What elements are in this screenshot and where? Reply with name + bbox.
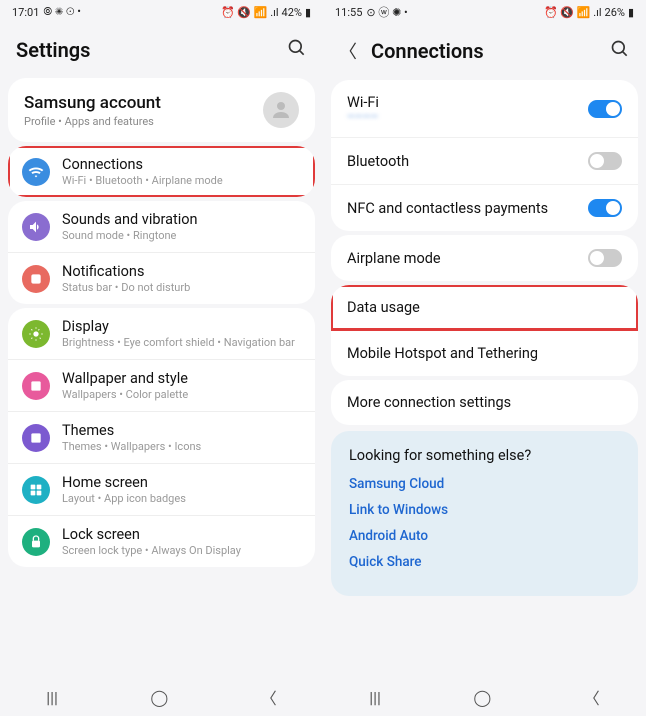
nav-bar: ||| ◯ 〈 [323, 678, 646, 716]
connections-group: More connection settings [331, 380, 638, 425]
row-title: Wi-Fi [347, 94, 379, 111]
suggestion-link[interactable]: Link to Windows [349, 502, 620, 518]
row-title: Airplane mode [347, 250, 441, 267]
themes-icon [22, 424, 50, 452]
row-sub: Wi-Fi • Bluetooth • Airplane mode [62, 174, 301, 187]
row-title: Lock screen [62, 526, 301, 543]
settings-group: DisplayBrightness • Eye comfort shield •… [8, 308, 315, 567]
settings-header: Settings [0, 24, 323, 74]
page-title: Connections [371, 39, 484, 63]
search-icon[interactable] [287, 38, 307, 62]
row-title: Bluetooth [347, 153, 409, 170]
row-title: More connection settings [347, 394, 511, 411]
row-sub: ———— [347, 112, 379, 123]
row-sub: Brightness • Eye comfort shield • Naviga… [62, 336, 301, 349]
settings-group: ConnectionsWi-Fi • Bluetooth • Airplane … [8, 146, 315, 197]
row-title: NFC and contactless payments [347, 200, 548, 217]
toggle[interactable] [588, 249, 622, 267]
display-icon [22, 320, 50, 348]
status-right-icons: ⏰ 🔇 📶 .ıl [544, 6, 602, 19]
row-sub: Themes • Wallpapers • Icons [62, 440, 301, 453]
connections-row-more-connection-settings[interactable]: More connection settings [331, 380, 638, 425]
settings-group: Sounds and vibrationSound mode • Rington… [8, 201, 315, 304]
toggle[interactable] [588, 199, 622, 217]
settings-row-wallpaper-and-style[interactable]: Wallpaper and styleWallpapers • Color pa… [8, 359, 315, 411]
avatar[interactable] [263, 92, 299, 128]
sound-icon [22, 213, 50, 241]
phone-right: 11:55 ⊙ ⓦ ✺ • ⏰ 🔇 📶 .ıl 26% ▮ 〈 Connecti… [323, 0, 646, 716]
row-title: Notifications [62, 263, 301, 280]
status-bar: 11:55 ⊙ ⓦ ✺ • ⏰ 🔇 📶 .ıl 26% ▮ [323, 0, 646, 24]
connections-row-mobile-hotspot-and-tethering[interactable]: Mobile Hotspot and Tethering [331, 330, 638, 376]
nav-recent[interactable]: ||| [46, 688, 58, 707]
status-battery: 42% [282, 6, 302, 19]
nav-home[interactable]: ◯ [150, 688, 168, 707]
nav-home[interactable]: ◯ [473, 688, 491, 707]
nav-back[interactable]: 〈 [261, 685, 277, 709]
row-title: Themes [62, 422, 301, 439]
row-sub: Screen lock type • Always On Display [62, 544, 301, 557]
settings-row-display[interactable]: DisplayBrightness • Eye comfort shield •… [8, 308, 315, 359]
back-icon[interactable]: 〈 [339, 38, 357, 64]
status-battery: 26% [605, 6, 625, 19]
row-sub: Status bar • Do not disturb [62, 281, 301, 294]
status-bar: 17:01 ⦾ ✺ ⊙ • ⏰ 🔇 📶 .ıl 42% ▮ [0, 0, 323, 24]
suggestions-title: Looking for something else? [349, 447, 620, 464]
account-title: Samsung account [24, 93, 161, 113]
toggle[interactable] [588, 100, 622, 118]
settings-row-connections[interactable]: ConnectionsWi-Fi • Bluetooth • Airplane … [8, 146, 315, 197]
connections-group: Wi-Fi———— Bluetooth NFC and contactless pa… [331, 80, 638, 231]
wifi-icon [22, 158, 50, 186]
samsung-account-card[interactable]: Samsung account Profile • Apps and featu… [8, 78, 315, 142]
page-title: Settings [16, 38, 90, 62]
lock-icon [22, 528, 50, 556]
battery-icon: ▮ [628, 6, 634, 19]
search-icon[interactable] [610, 39, 630, 63]
wallpaper-icon [22, 372, 50, 400]
row-sub: Layout • App icon badges [62, 492, 301, 505]
connections-group: Airplane mode [331, 235, 638, 281]
row-sub: Wallpapers • Color palette [62, 388, 301, 401]
row-title: Sounds and vibration [62, 211, 301, 228]
connections-row-nfc-and-contactless-payments[interactable]: NFC and contactless payments [331, 184, 638, 231]
settings-row-themes[interactable]: ThemesThemes • Wallpapers • Icons [8, 411, 315, 463]
row-sub: Sound mode • Ringtone [62, 229, 301, 242]
status-time: 17:01 [12, 6, 39, 19]
account-sub: Profile • Apps and features [24, 115, 161, 128]
row-title: Wallpaper and style [62, 370, 301, 387]
toggle[interactable] [588, 152, 622, 170]
connections-row-wi-fi[interactable]: Wi-Fi———— [331, 80, 638, 137]
settings-row-sounds-and-vibration[interactable]: Sounds and vibrationSound mode • Rington… [8, 201, 315, 252]
connections-row-bluetooth[interactable]: Bluetooth [331, 137, 638, 184]
notif-icon [22, 265, 50, 293]
connections-row-airplane-mode[interactable]: Airplane mode [331, 235, 638, 281]
suggestion-link[interactable]: Samsung Cloud [349, 476, 620, 492]
home-icon [22, 476, 50, 504]
connections-row-data-usage[interactable]: Data usage [331, 285, 638, 330]
connections-header: 〈 Connections [323, 24, 646, 76]
settings-row-notifications[interactable]: NotificationsStatus bar • Do not disturb [8, 252, 315, 304]
nav-recent[interactable]: ||| [369, 688, 381, 707]
status-left-icons: ⦾ ✺ ⊙ • [43, 5, 81, 19]
row-title: Data usage [347, 299, 420, 316]
phone-left: 17:01 ⦾ ✺ ⊙ • ⏰ 🔇 📶 .ıl 42% ▮ Settings S… [0, 0, 323, 716]
nav-bar: ||| ◯ 〈 [0, 678, 323, 716]
status-time: 11:55 [335, 6, 362, 19]
connections-group: Data usage Mobile Hotspot and Tethering [331, 285, 638, 376]
row-title: Connections [62, 156, 301, 173]
row-title: Home screen [62, 474, 301, 491]
status-right-icons: ⏰ 🔇 📶 .ıl [221, 6, 279, 19]
settings-row-lock-screen[interactable]: Lock screenScreen lock type • Always On … [8, 515, 315, 567]
nav-back[interactable]: 〈 [584, 685, 600, 709]
row-title: Display [62, 318, 301, 335]
row-title: Mobile Hotspot and Tethering [347, 345, 538, 362]
battery-icon: ▮ [305, 6, 311, 19]
suggestions-card: Looking for something else? Samsung Clou… [331, 431, 638, 596]
settings-row-home-screen[interactable]: Home screenLayout • App icon badges [8, 463, 315, 515]
status-left-icons: ⊙ ⓦ ✺ • [366, 4, 407, 20]
suggestion-link[interactable]: Quick Share [349, 554, 620, 570]
suggestion-link[interactable]: Android Auto [349, 528, 620, 544]
